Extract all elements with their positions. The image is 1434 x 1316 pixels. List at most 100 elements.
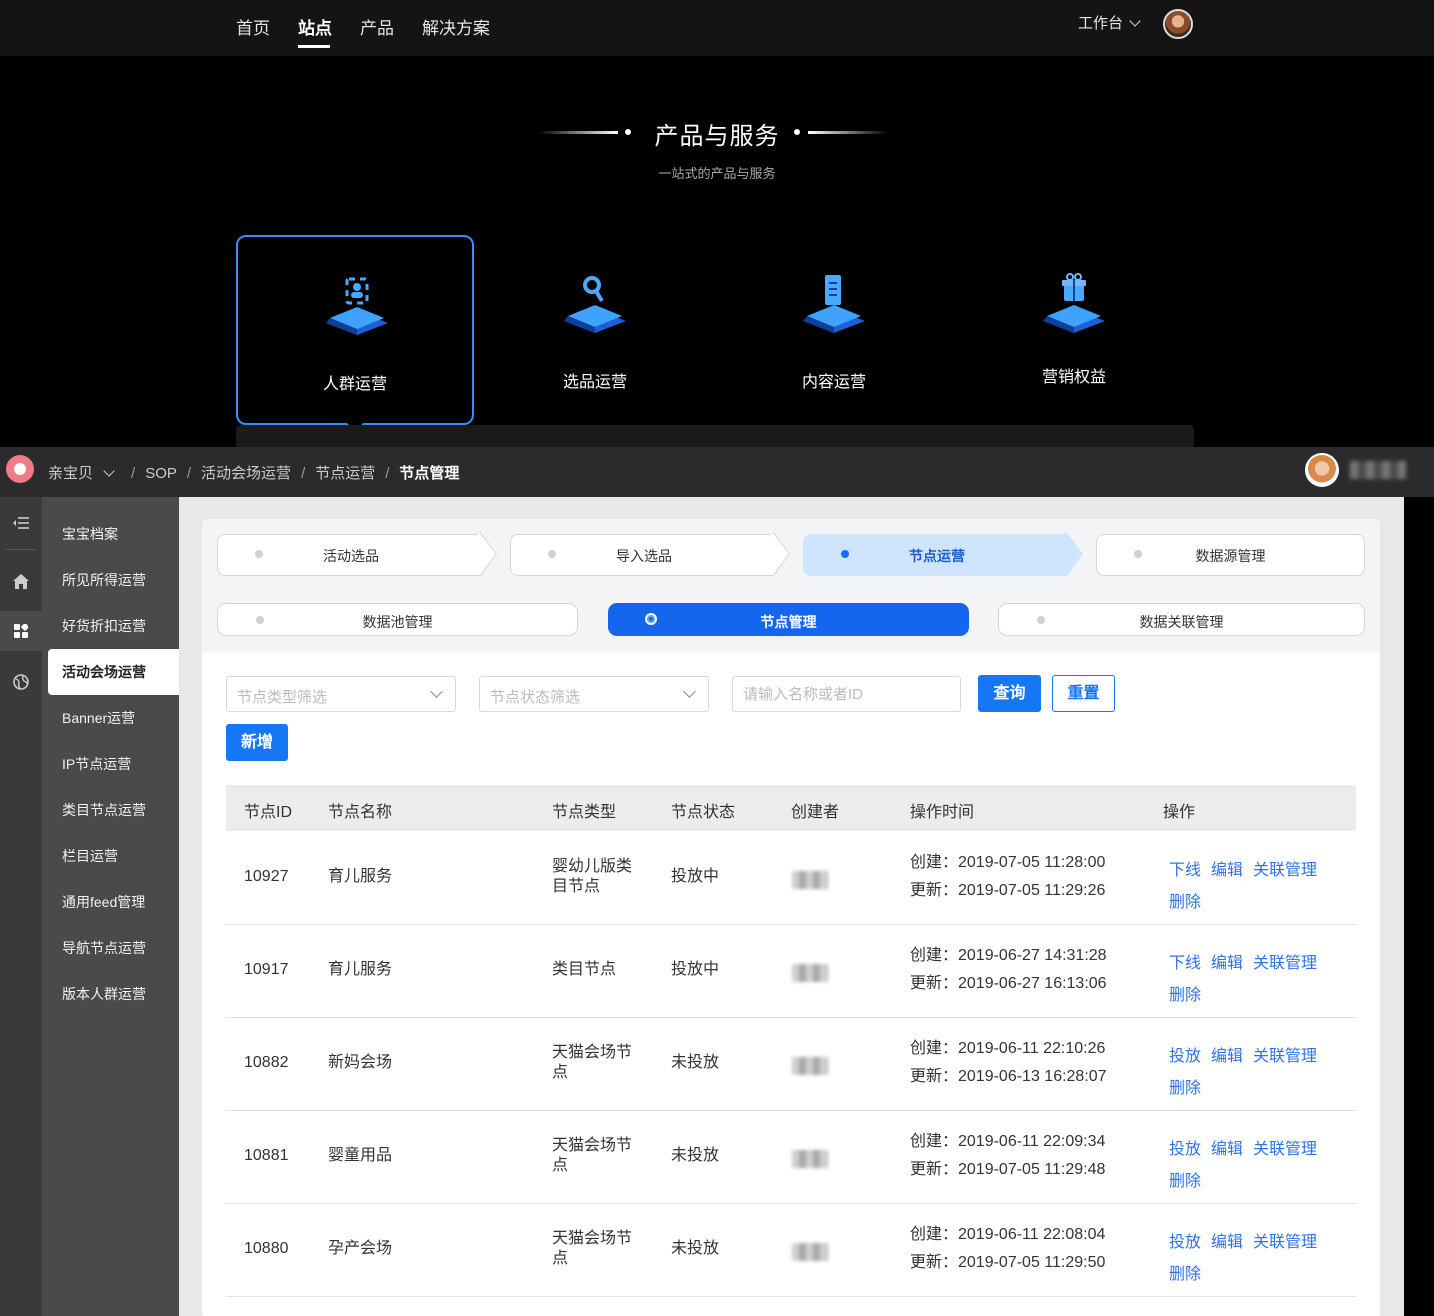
node-id: 10917 bbox=[244, 961, 289, 978]
node-type: 类目节点 bbox=[552, 961, 617, 978]
edit-link[interactable]: 编辑 bbox=[1211, 1041, 1243, 1073]
breadcrumb: 亲宝贝 / SOP / 活动会场运营 / 节点运营 / 节点管理 bbox=[48, 462, 467, 483]
grid-icon[interactable] bbox=[0, 611, 42, 651]
association-link[interactable]: 关联管理 bbox=[1253, 948, 1317, 980]
step-label: 数据源管理 bbox=[1195, 548, 1266, 564]
edit-link[interactable]: 编辑 bbox=[1211, 948, 1243, 980]
globe-icon[interactable] bbox=[0, 662, 42, 702]
operation-time: 创建：2019-06-27 14:31:28 更新：2019-06-27 16:… bbox=[910, 942, 1107, 998]
edit-link[interactable]: 编辑 bbox=[1211, 855, 1243, 887]
delete-link[interactable]: 删除 bbox=[1169, 980, 1201, 1012]
node-type: 天猫会场节点 bbox=[552, 1044, 633, 1081]
table-row: 10882 新妈会场 天猫会场节点 未投放 创建：2019-06-11 22:1… bbox=[226, 1018, 1356, 1111]
step-datasource[interactable]: 数据源管理 bbox=[1096, 534, 1365, 576]
delete-link[interactable]: 删除 bbox=[1169, 1166, 1201, 1198]
sidebar-item-wysiwyg[interactable]: 所见所得运营 bbox=[42, 557, 179, 603]
sidebar-item-activity-venue[interactable]: 活动会场运营 bbox=[48, 649, 179, 695]
chevron-down-icon bbox=[103, 465, 115, 477]
table-row: 10881 婴童用品 天猫会场节点 未投放 创建：2019-06-11 22:0… bbox=[226, 1111, 1356, 1204]
rail-divider bbox=[6, 549, 36, 550]
creator-blurred bbox=[792, 1243, 828, 1261]
updated-time: 更新：2019-07-05 11:29:26 bbox=[910, 882, 1106, 899]
sidebar-item-column[interactable]: 栏目运营 bbox=[42, 833, 179, 879]
delete-link[interactable]: 删除 bbox=[1169, 1073, 1201, 1105]
edit-link[interactable]: 编辑 bbox=[1211, 1227, 1243, 1259]
reset-button[interactable]: 重置 bbox=[1052, 675, 1115, 712]
query-button[interactable]: 查询 bbox=[978, 675, 1041, 712]
association-link[interactable]: 关联管理 bbox=[1253, 1041, 1317, 1073]
breadcrumb-activity-venue[interactable]: 活动会场运营 bbox=[201, 465, 291, 482]
node-status-filter[interactable]: 节点状态筛选 bbox=[479, 676, 709, 712]
breadcrumb-separator: / bbox=[301, 465, 306, 482]
search-input[interactable] bbox=[732, 676, 961, 712]
creator-blurred bbox=[792, 1150, 828, 1168]
search-product-icon bbox=[564, 276, 626, 333]
node-id: 10880 bbox=[244, 1240, 289, 1257]
nav-site[interactable]: 站点 bbox=[298, 14, 332, 39]
nav-solutions[interactable]: 解决方案 bbox=[422, 14, 490, 39]
section-subtitle: 一站式的产品与服务 bbox=[658, 166, 776, 181]
offline-link[interactable]: 下线 bbox=[1169, 855, 1201, 887]
tab-data-association[interactable]: 数据关联管理 bbox=[998, 603, 1365, 636]
service-card-content[interactable]: 内容运营 bbox=[715, 235, 953, 425]
title-decor-dot bbox=[794, 129, 800, 135]
sidebar-item-ip-node[interactable]: IP节点运营 bbox=[42, 741, 179, 787]
breadcrumb-sop[interactable]: SOP bbox=[145, 465, 177, 482]
offline-link[interactable]: 下线 bbox=[1169, 948, 1201, 980]
sidebar-item-baby-profile[interactable]: 宝宝档案 bbox=[42, 511, 179, 557]
publish-link[interactable]: 投放 bbox=[1169, 1227, 1201, 1259]
step-activity-selection[interactable]: 活动选品 bbox=[217, 531, 498, 577]
association-link[interactable]: 关联管理 bbox=[1253, 1227, 1317, 1259]
row-actions: 投放 编辑 关联管理删除 bbox=[1169, 1041, 1339, 1105]
main-panel: 活动选品 导入选品 节点运营 数据源管理 数据池管理 节点管理 数据关联管理 节… bbox=[202, 519, 1380, 1316]
workbench-label: 工作台 bbox=[1078, 15, 1124, 32]
column-header: 创建者 bbox=[791, 804, 840, 821]
delete-link[interactable]: 删除 bbox=[1169, 1259, 1201, 1291]
step-import-selection[interactable]: 导入选品 bbox=[510, 531, 791, 577]
app-switcher[interactable]: 亲宝贝 bbox=[48, 465, 121, 482]
delete-link[interactable]: 删除 bbox=[1169, 887, 1201, 919]
column-header: 节点名称 bbox=[328, 804, 393, 821]
breadcrumb-current: 节点管理 bbox=[399, 465, 460, 482]
sidebar-item-discount[interactable]: 好货折扣运营 bbox=[42, 603, 179, 649]
sidebar-item-banner[interactable]: Banner运营 bbox=[42, 695, 179, 741]
app-logo-icon[interactable] bbox=[6, 455, 34, 483]
menu-collapse-icon[interactable] bbox=[0, 503, 42, 543]
service-card-selection[interactable]: 选品运营 bbox=[476, 235, 714, 425]
step-label: 导入选品 bbox=[616, 548, 672, 564]
association-link[interactable]: 关联管理 bbox=[1253, 1134, 1317, 1166]
nav-home[interactable]: 首页 bbox=[236, 14, 270, 39]
sidebar-item-category-node[interactable]: 类目节点运营 bbox=[42, 787, 179, 833]
node-type-filter[interactable]: 节点类型筛选 bbox=[226, 676, 456, 712]
association-link[interactable]: 关联管理 bbox=[1253, 855, 1317, 887]
sidebar-item-feed[interactable]: 通用feed管理 bbox=[42, 879, 179, 925]
select-placeholder: 节点状态筛选 bbox=[490, 689, 581, 706]
service-card-marketing[interactable]: 营销权益 bbox=[955, 235, 1193, 425]
publish-link[interactable]: 投放 bbox=[1169, 1134, 1201, 1166]
tab-label: 数据池管理 bbox=[362, 614, 433, 630]
edit-link[interactable]: 编辑 bbox=[1211, 1134, 1243, 1166]
breadcrumb-node-ops[interactable]: 节点运营 bbox=[315, 465, 375, 482]
app-header: 亲宝贝 / SOP / 活动会场运营 / 节点运营 / 节点管理 bbox=[0, 447, 1434, 497]
add-button[interactable]: 新增 bbox=[226, 724, 288, 761]
node-id: 10927 bbox=[244, 868, 289, 885]
tab-node-management[interactable]: 节点管理 bbox=[608, 603, 969, 636]
node-name: 育儿服务 bbox=[328, 961, 393, 978]
sidebar-item-version-crowd[interactable]: 版本人群运营 bbox=[42, 971, 179, 1017]
service-card-crowd[interactable]: 人群运营 bbox=[236, 235, 474, 425]
tab-data-pool[interactable]: 数据池管理 bbox=[217, 603, 578, 636]
user-avatar[interactable] bbox=[1305, 453, 1339, 487]
chevron-down-icon bbox=[1129, 15, 1141, 27]
sidebar-item-nav-node[interactable]: 导航节点运营 bbox=[42, 925, 179, 971]
publish-link[interactable]: 投放 bbox=[1169, 1041, 1201, 1073]
workbench-dropdown[interactable]: 工作台 bbox=[1078, 12, 1141, 33]
creator-blurred bbox=[792, 1057, 828, 1075]
user-avatar[interactable] bbox=[1163, 9, 1193, 39]
created-time: 创建：2019-07-05 11:28:00 bbox=[910, 854, 1106, 871]
table-row: 10927 育儿服务 婴幼儿版类目节点 投放中 创建：2019-07-05 11… bbox=[226, 832, 1356, 925]
operation-time: 创建：2019-06-11 22:10:26 更新：2019-06-13 16:… bbox=[910, 1035, 1107, 1091]
nav-product[interactable]: 产品 bbox=[360, 14, 394, 39]
step-node-ops[interactable]: 节点运营 bbox=[803, 531, 1084, 577]
node-status: 未投放 bbox=[671, 1240, 720, 1257]
home-icon[interactable] bbox=[0, 561, 42, 601]
